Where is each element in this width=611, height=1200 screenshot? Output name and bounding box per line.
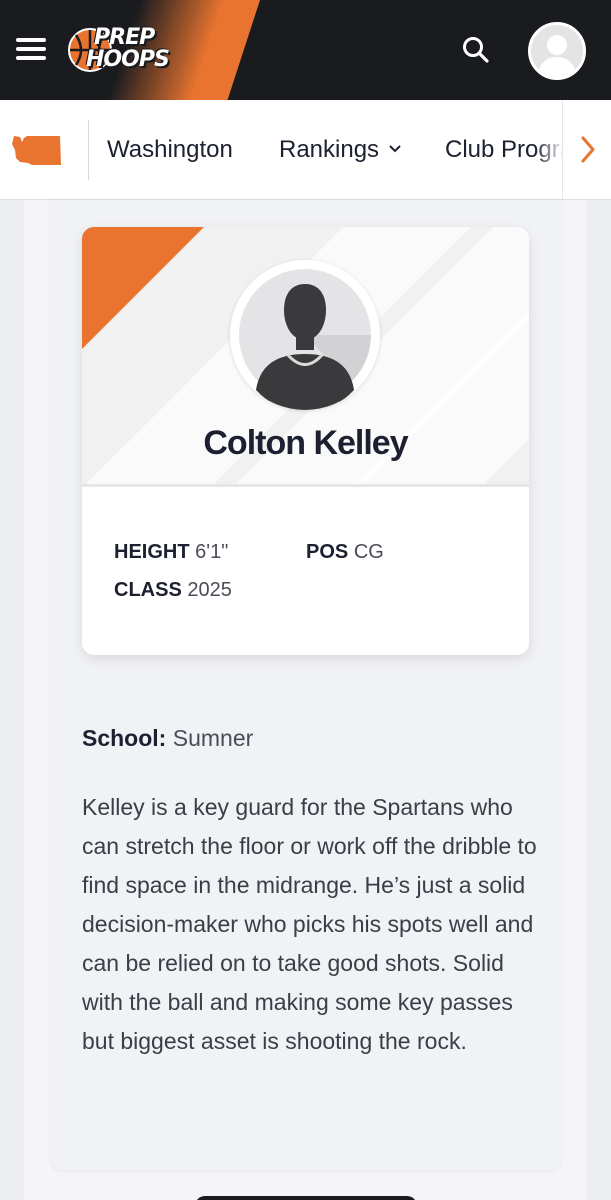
state-subnav: Washington Rankings Club Programs (0, 100, 611, 200)
nav-fade (535, 100, 565, 199)
school-value: Sumner (172, 725, 254, 751)
player-silhouette-icon (230, 260, 380, 410)
stat-label: POS (306, 541, 349, 563)
stat-label: CLASS (114, 579, 182, 601)
logo-text-hoops: HOOPS (86, 47, 170, 72)
stat-value: 2025 (187, 579, 232, 601)
nav-item-label: Rankings (279, 136, 380, 163)
hero-orange-corner (82, 227, 204, 349)
subnav-divider (88, 120, 89, 180)
hero-divider (82, 484, 529, 487)
nav-item-washington[interactable]: Washington (107, 136, 233, 164)
logo-text-prep: PREP (94, 25, 155, 50)
stat-value: CG (353, 541, 384, 563)
user-avatar-icon[interactable] (528, 22, 586, 80)
player-name: Colton Kelley (203, 424, 408, 462)
school-label: School: (82, 725, 167, 751)
stat-label: HEIGHT (114, 541, 190, 563)
nav-item-rankings[interactable]: Rankings (279, 136, 401, 164)
prep-hoops-logo[interactable]: PREP HOOPS (66, 24, 192, 78)
search-icon[interactable] (460, 34, 492, 66)
chevron-down-icon (389, 140, 401, 156)
washington-state-icon[interactable] (10, 134, 64, 168)
hamburger-icon[interactable] (16, 36, 46, 62)
player-school: School: Sumner (82, 725, 253, 752)
player-bio: Kelley is a key guard for the Spartans w… (82, 794, 537, 1054)
chevron-right-icon[interactable] (562, 100, 611, 199)
stat-position: POS CG (306, 541, 384, 564)
stat-height: HEIGHT 6'1" (114, 541, 228, 564)
player-profile-card: Colton Kelley HEIGHT 6'1" POS CG CLASS 2… (82, 227, 529, 655)
nav-item-label: Washington (107, 136, 233, 163)
site-header: PREP HOOPS (0, 0, 611, 100)
bottom-action-button[interactable] (195, 1196, 417, 1200)
stat-value: 6'1" (195, 541, 229, 563)
stat-class: CLASS 2025 (114, 579, 232, 602)
